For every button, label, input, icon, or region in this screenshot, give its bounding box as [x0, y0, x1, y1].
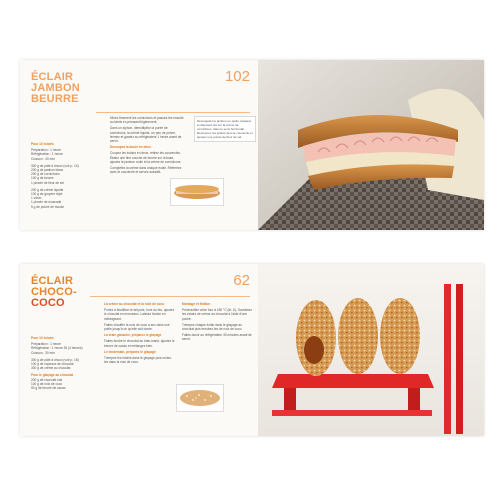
- left-page: ÉCLAIR JAMBON BEURRE 102 Pour 10 éclairs…: [20, 60, 258, 230]
- page-number: 62: [233, 272, 250, 289]
- title-line: BEURRE: [31, 93, 79, 105]
- instructions-column: La crème au chocolat et la noix de coco …: [104, 302, 176, 366]
- ingredients-list: Pour 10 éclairs Préparation : 1 heure Ré…: [31, 336, 91, 390]
- eclair-choco-coco-photo: [258, 264, 484, 436]
- photo-page: [258, 264, 484, 436]
- instruction-heading: La vraie ganache, préparez le glaçage: [104, 333, 162, 338]
- instruction-heading: Le lendemain, préparez le glaçage: [104, 349, 156, 354]
- ingredients-heading: Pour 10 éclairs: [31, 336, 54, 340]
- ingredients-heading: Pour 10 éclairs: [31, 142, 54, 146]
- instruction-heading: La crème au chocolat et la noix de coco: [104, 302, 165, 306]
- photo-page: [258, 60, 484, 230]
- instruction-heading: Découpez la boule en deux: [110, 145, 151, 150]
- ingredient-line: 50 g de beurre de cacao: [31, 386, 66, 391]
- instruction-paragraph: Trempez chaque éclair dans le glaçage au…: [182, 322, 243, 332]
- ingredients-list: Pour 10 éclairs Préparation : 1 heure Ré…: [31, 142, 89, 209]
- instruction-paragraph: Faites chauffer la noix de coco à sec da…: [104, 322, 170, 332]
- tip-box: Décongelez le jambon en petits rouleaux …: [194, 116, 256, 142]
- instruction-paragraph: Coupez les éclairs en deux, retirez les …: [110, 151, 182, 164]
- eclair-thumbnail: [170, 178, 224, 206]
- left-page: ÉCLAIR CHOCO- COCO 62 Pour 10 éclairs Pr…: [20, 264, 258, 436]
- instruction-paragraph: Faites fondre le chocolat au bain-marie,…: [104, 339, 175, 348]
- instruction-paragraph: Dans un siphon, démultipliez la purée de…: [110, 126, 182, 144]
- instruction-paragraph: Complétez la crème dans chaque éclair. R…: [110, 166, 182, 175]
- recipe-title: ÉCLAIR JAMBON BEURRE: [31, 72, 80, 105]
- instruction-paragraph: Trempez les éclairs dans le glaçage puis…: [104, 356, 173, 365]
- divider: [90, 296, 250, 297]
- title-line: COCO: [31, 297, 65, 309]
- instruction-heading: Montage et finition: [182, 302, 211, 306]
- instruction-paragraph: Portez à ébullition le lait puis, hors d…: [104, 308, 175, 321]
- ingredient-line: Réfrigération : 1 heure 30 (4 heures): [31, 346, 83, 351]
- instruction-paragraph: Faites durcir au réfrigérateur 30 minute…: [182, 333, 252, 342]
- recipe-spread-eclair-choco-coco: ÉCLAIR CHOCO- COCO 62 Pour 10 éclairs Pr…: [20, 264, 484, 436]
- ingredient-line: 5 g de poivre de moulin: [31, 204, 65, 209]
- recipe-title: ÉCLAIR CHOCO- COCO: [31, 276, 77, 309]
- page-number: 102: [224, 68, 250, 85]
- instructions-column: Mixez finement les cornichons et passez-…: [110, 116, 184, 176]
- divider: [96, 112, 250, 113]
- eclair-jambon-photo: [258, 60, 484, 230]
- eclair-thumbnail: [176, 384, 224, 412]
- instruction-paragraph: Préchauffez votre four à 180 °C (th. 6).…: [182, 308, 252, 321]
- finishing-column: Montage et finition Préchauffez votre fo…: [182, 302, 252, 344]
- recipe-spread-eclair-jambon-beurre: ÉCLAIR JAMBON BEURRE 102 Pour 10 éclairs…: [20, 60, 484, 230]
- instruction-paragraph: Mixez finement les cornichons et passez-…: [110, 116, 184, 125]
